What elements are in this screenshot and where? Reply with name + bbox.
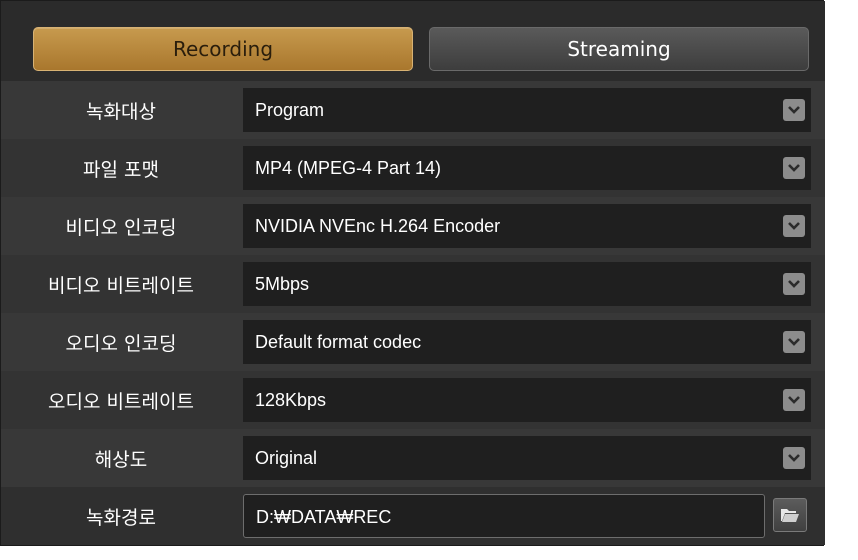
browse-folder-button[interactable] [773,498,807,532]
file-format-label: 파일 포맷 [83,158,159,181]
recording-target-label: 녹화대상 [86,100,156,123]
chevron-down-icon[interactable] [783,389,805,411]
audio-encoding-label: 오디오 인코딩 [65,332,177,355]
video-bitrate-label: 비디오 비트레이트 [48,274,194,297]
recording-path-input[interactable]: D:₩DATA₩REC [243,494,765,538]
chevron-down-icon[interactable] [783,99,805,121]
file-format-value: MP4 (MPEG-4 Part 14) [255,158,442,178]
row-recording-target: 녹화대상 Program [1,81,825,139]
tab-streaming-label: Streaming [567,37,671,61]
recording-target-value: Program [255,100,325,120]
audio-bitrate-label: 오디오 비트레이트 [48,390,194,413]
video-encoding-label: 비디오 인코딩 [65,216,177,239]
resolution-label: 해상도 [94,448,148,471]
recording-target-select[interactable]: Program [243,88,811,132]
resolution-value: Original [255,448,318,468]
file-format-select[interactable]: MP4 (MPEG-4 Part 14) [243,146,811,190]
recording-path-value: D:₩DATA₩REC [256,507,392,527]
tab-recording-label: Recording [172,37,274,61]
row-file-format: 파일 포맷 MP4 (MPEG-4 Part 14) [1,139,825,197]
chevron-down-icon[interactable] [783,157,805,179]
row-resolution: 해상도 Original [1,429,825,487]
chevron-down-icon[interactable] [783,447,805,469]
video-bitrate-value: 5Mbps [255,274,310,294]
row-audio-encoding: 오디오 인코딩 Default format codec [1,313,825,371]
row-video-bitrate: 비디오 비트레이트 5Mbps [1,255,825,313]
folder-open-icon [781,509,799,522]
video-bitrate-select[interactable]: 5Mbps [243,262,811,306]
chevron-down-icon[interactable] [783,331,805,353]
audio-bitrate-value: 128Kbps [255,390,327,410]
video-encoding-select[interactable]: NVIDIA NVEnc H.264 Encoder [243,204,811,248]
tab-recording[interactable]: Recording [33,27,413,71]
audio-encoding-select[interactable]: Default format codec [243,320,811,364]
video-encoding-value: NVIDIA NVEnc H.264 Encoder [255,216,501,236]
row-audio-bitrate: 오디오 비트레이트 128Kbps [1,371,825,429]
audio-encoding-value: Default format codec [255,332,422,352]
recording-settings-panel: Recording Streaming 녹화대상 Program 파일 포맷 M… [0,0,825,546]
chevron-down-icon[interactable] [783,215,805,237]
chevron-down-icon[interactable] [783,273,805,295]
row-video-encoding: 비디오 인코딩 NVIDIA NVEnc H.264 Encoder [1,197,825,255]
audio-bitrate-select[interactable]: 128Kbps [243,378,811,422]
row-recording-path: 녹화경로 D:₩DATA₩REC [1,487,825,545]
resolution-select[interactable]: Original [243,436,811,480]
tab-streaming[interactable]: Streaming [429,27,809,71]
recording-path-label: 녹화경로 [86,506,156,529]
tab-bar: Recording Streaming [1,1,825,81]
